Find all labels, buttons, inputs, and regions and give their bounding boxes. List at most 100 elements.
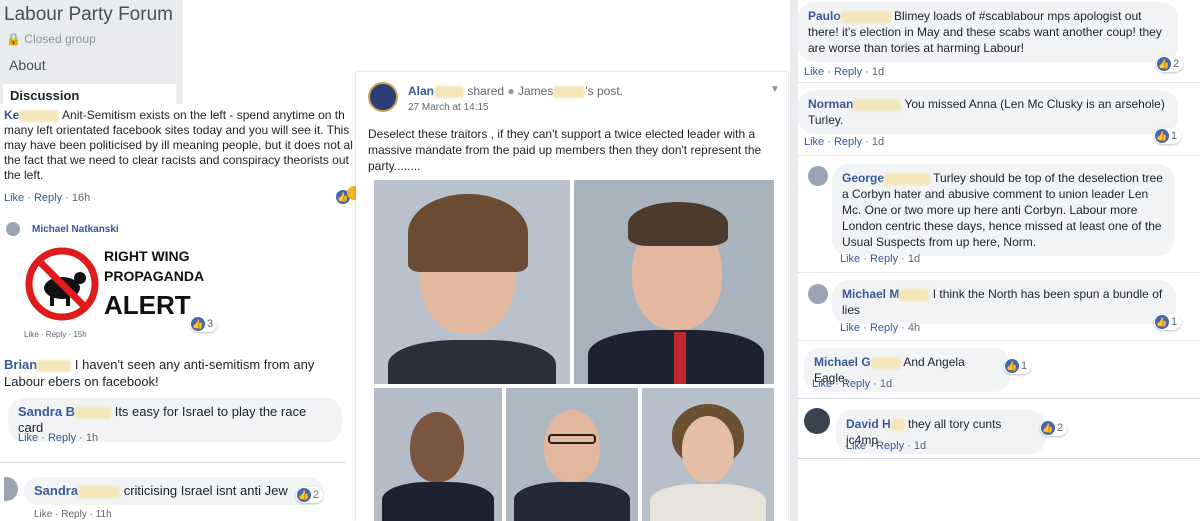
blurred-name: [37, 359, 72, 372]
like-icon: 👍: [1155, 129, 1169, 143]
shared-label: shared: [467, 84, 505, 98]
reaction-count[interactable]: 👍 2: [296, 487, 324, 503]
nav-discussion-label: Discussion: [10, 88, 80, 103]
comment-author[interactable]: George: [842, 171, 884, 185]
meme-line-1: RIGHT WING: [104, 248, 190, 264]
nav-about[interactable]: About: [9, 57, 46, 73]
closed-group-row: 🔒 Closed group: [6, 32, 96, 46]
group-title[interactable]: Labour Party Forum: [4, 4, 173, 26]
reply-link[interactable]: Reply: [34, 192, 62, 204]
left-post: Ke Anit-Semitism exists on the left - sp…: [0, 104, 370, 208]
like-link[interactable]: Like: [840, 322, 860, 334]
photo-tile-3[interactable]: [374, 388, 502, 521]
comment-author[interactable]: Sandra: [34, 483, 78, 498]
blurred-name: [75, 406, 112, 419]
comment-age: 1h: [85, 432, 99, 444]
post-author[interactable]: Alan: [408, 84, 434, 98]
like-icon: 👍: [1157, 57, 1171, 71]
separator: [798, 458, 1200, 459]
portrait-head: [544, 410, 600, 482]
comment-bubble: Norman You missed Anna (Len Mc Clusky is…: [798, 90, 1178, 134]
comment-actions: Like · Reply · 1d: [840, 253, 921, 265]
chevron-down-icon[interactable]: ▼: [770, 84, 780, 95]
comment-age: 1d: [871, 136, 885, 148]
sandra-comment-1: Sandra B Its easy for Israel to play the…: [0, 394, 352, 450]
reply-link[interactable]: Reply: [876, 440, 904, 452]
like-icon: 👍: [1005, 359, 1019, 373]
comment-author[interactable]: Brian: [4, 357, 37, 372]
comment-author[interactable]: Michael G: [814, 355, 871, 369]
separator: [798, 340, 1200, 341]
reply-link[interactable]: Reply: [842, 378, 870, 390]
reaction-count[interactable]: 👍 1: [1154, 314, 1182, 330]
photo-tile-5[interactable]: [642, 388, 774, 521]
reaction-count[interactable]: 👍 3: [190, 316, 218, 332]
comment-bubble: George Turley should be top of the desel…: [832, 164, 1174, 256]
post-header: Alan shared ● James 's post.: [408, 84, 623, 98]
like-icon: 👍: [191, 317, 205, 331]
reaction-count[interactable]: 👍 1: [1154, 128, 1182, 144]
like-link[interactable]: Like: [18, 432, 38, 444]
reply-link[interactable]: Reply: [870, 322, 898, 334]
comment-actions: Like · Reply · 1d: [846, 440, 927, 452]
reaction-number: 2: [1173, 58, 1180, 70]
avatar[interactable]: [368, 82, 398, 112]
like-link[interactable]: Like: [846, 440, 866, 452]
comment-actions: Like · Reply · 4h: [840, 322, 921, 334]
brian-comment: Brian I haven't seen any anti-semitism f…: [0, 352, 352, 392]
meme-comment: Michael Natkanski RIGHT WING PROPAGANDA …: [0, 212, 278, 342]
comment-age: 1d: [879, 378, 893, 390]
avatar[interactable]: [804, 408, 830, 434]
photo-grid[interactable]: [374, 180, 774, 521]
like-icon: 👍: [1155, 315, 1169, 329]
group-sidebar: Labour Party Forum 🔒 Closed group About …: [0, 0, 183, 112]
comment-author[interactable]: Michael Natkanski: [32, 224, 119, 235]
avatar[interactable]: [4, 477, 18, 501]
reaction-count[interactable]: 👍 2: [1040, 420, 1068, 436]
avatar[interactable]: [808, 284, 828, 304]
group-privacy: Closed group: [24, 32, 96, 46]
reply-link[interactable]: Reply: [834, 66, 862, 78]
comment-author[interactable]: David H: [846, 417, 891, 431]
comment-age: 1d: [907, 253, 921, 265]
comment-author[interactable]: Norman: [808, 97, 853, 111]
like-link[interactable]: Like: [804, 66, 824, 78]
lock-icon: 🔒: [6, 32, 21, 46]
portrait-hair: [408, 194, 528, 272]
meme-image: RIGHT WING PROPAGANDA ALERT: [20, 240, 204, 330]
comment-bubble: Paulo Blimey loads of #scablabour mps ap…: [798, 2, 1178, 62]
like-link[interactable]: Like: [812, 378, 832, 390]
avatar[interactable]: [6, 222, 20, 236]
blurred-name: [840, 10, 891, 23]
comment-author[interactable]: Paulo: [808, 9, 841, 23]
like-link[interactable]: Like: [4, 192, 24, 204]
reply-link[interactable]: Reply: [834, 136, 862, 148]
portrait-body: [514, 482, 630, 521]
blurred-name: [434, 85, 465, 98]
reaction-count[interactable]: 👍 2: [1156, 56, 1184, 72]
post-author[interactable]: Ke: [4, 108, 19, 122]
portrait-body: [382, 482, 494, 521]
reply-link[interactable]: Reply: [870, 253, 898, 265]
photo-tile-1[interactable]: [374, 180, 570, 384]
reaction-count[interactable]: 👍 1: [1004, 358, 1032, 374]
comment-actions: Like · Reply · 1h: [18, 432, 99, 444]
reply-link[interactable]: Reply: [48, 432, 76, 444]
shared-post: Alan shared ● James 's post. 27 March at …: [356, 72, 788, 521]
blurred-name: [870, 356, 901, 369]
like-link[interactable]: Like: [804, 136, 824, 148]
comment-actions: Like · Reply · 1d: [812, 378, 893, 390]
like-link[interactable]: Like: [840, 253, 860, 265]
portrait-head: [410, 412, 464, 482]
post-time[interactable]: 27 March at 14:15: [408, 102, 489, 113]
comment-author[interactable]: Sandra B: [18, 404, 75, 419]
shared-by[interactable]: James: [518, 84, 553, 98]
blurred-name: [890, 418, 905, 431]
photo-tile-2[interactable]: [574, 180, 774, 384]
post-text: Deselect these traitors , if they can't …: [368, 127, 762, 173]
portrait-glasses: [548, 434, 596, 444]
comment-author[interactable]: Michael M: [842, 287, 899, 301]
avatar[interactable]: [808, 166, 828, 186]
photo-tile-4[interactable]: [506, 388, 638, 521]
sandra-comment-2: Sandra criticising Israel isnt anti Jew …: [0, 462, 346, 521]
